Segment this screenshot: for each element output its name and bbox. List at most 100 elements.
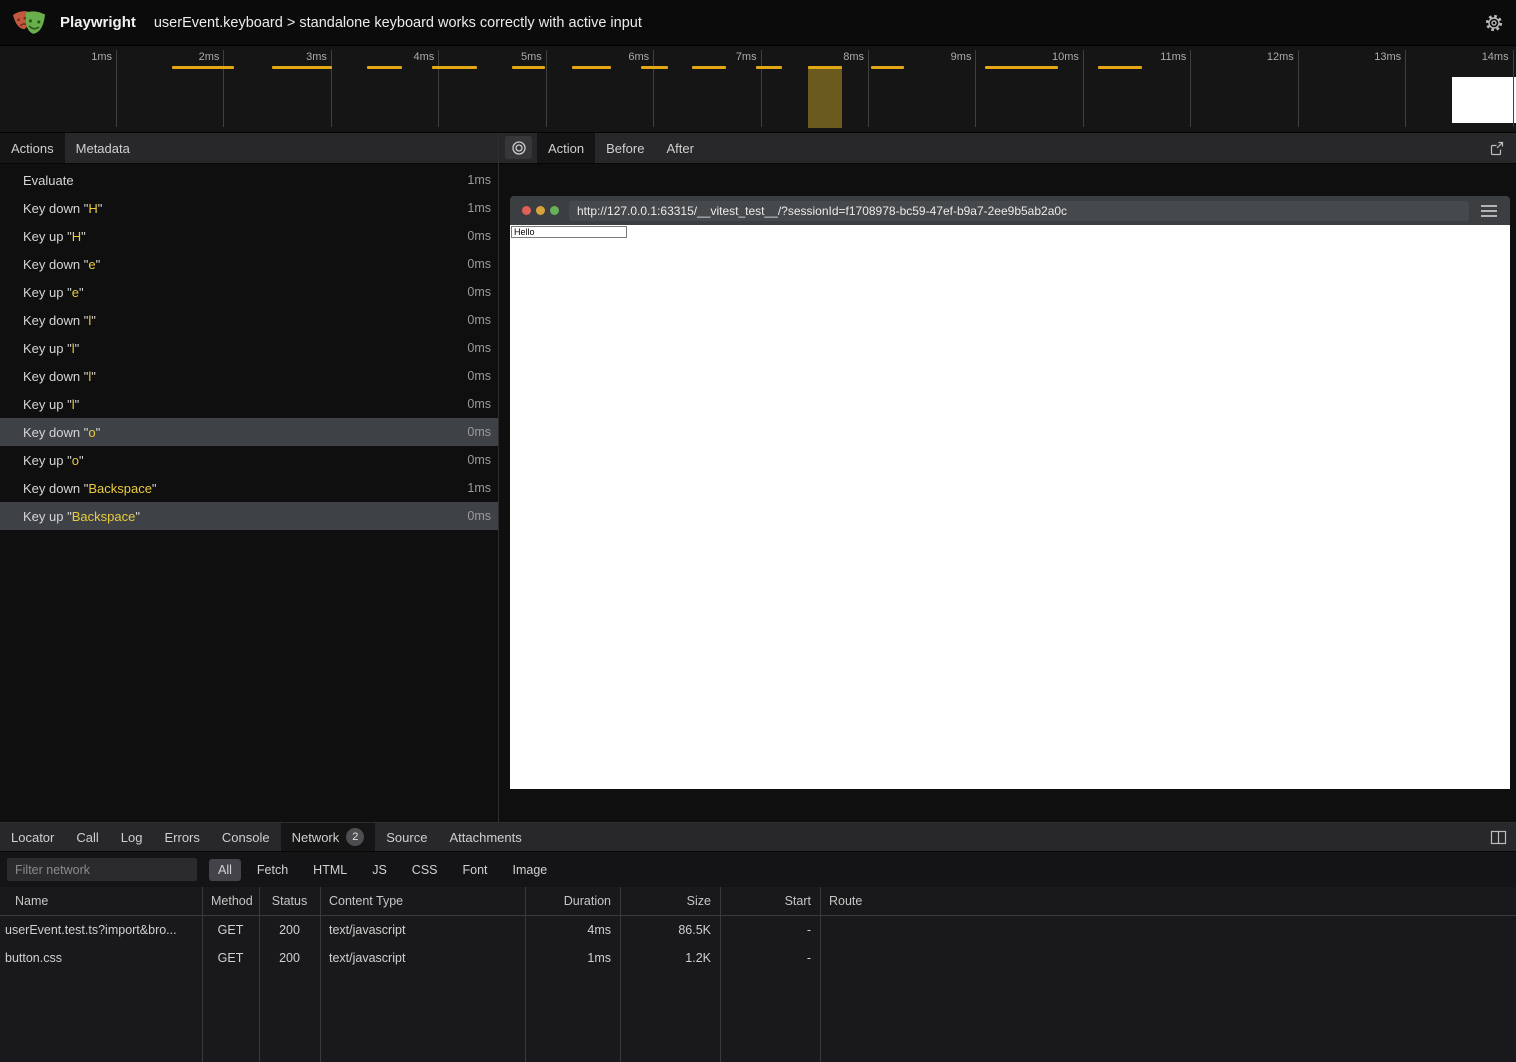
cell-size: 86.5K [620,923,720,937]
split-view-icon [1490,830,1507,845]
filter-chip-css[interactable]: CSS [403,859,447,881]
timeline[interactable]: 1ms2ms3ms4ms5ms6ms7ms8ms9ms10ms11ms12ms1… [0,46,1516,133]
timeline-action-bar[interactable] [1098,66,1142,69]
cell-start: - [720,923,820,937]
timeline-tick-label: 9ms [951,51,972,63]
timeline-tick-label: 14ms [1482,51,1509,63]
timeline-action-bar[interactable] [272,66,332,69]
snapshot-panel: Action Before After [499,133,1516,822]
action-row[interactable]: Key up "l"0ms [0,390,498,418]
network-request-row[interactable]: button.cssGET200text/javascript1ms1.2K- [0,944,1516,972]
bottom-tab-attachments[interactable]: Attachments [438,823,532,851]
action-row[interactable]: Key up "H"0ms [0,222,498,250]
minimize-dot-icon [536,206,545,215]
tab-before-label: Before [606,141,644,156]
bottom-tab-source[interactable]: Source [375,823,438,851]
pick-locator-button[interactable] [505,136,532,159]
action-row[interactable]: Key down "l"0ms [0,362,498,390]
snapshot-area: http://127.0.0.1:63315/__vitest_test__/?… [499,164,1516,822]
action-row[interactable]: Key down "l"0ms [0,306,498,334]
page-text-input[interactable] [511,226,627,238]
action-row[interactable]: Key up "e"0ms [0,278,498,306]
bottom-tab-label: Attachments [449,830,521,845]
timeline-gridline [1298,50,1299,127]
cell-duration: 4ms [525,923,620,937]
tab-after[interactable]: After [655,133,704,163]
filter-chip-js[interactable]: JS [363,859,396,881]
tab-after-label: After [666,141,693,156]
network-filter-bar: All Fetch HTML JS CSS Font Image [0,852,1516,887]
quote: " [75,397,80,412]
timeline-action-bar[interactable] [432,66,477,69]
tab-metadata[interactable]: Metadata [65,133,141,163]
action-name: Evaluate [23,173,74,188]
settings-button[interactable] [1482,11,1506,35]
action-row[interactable]: Evaluate 1ms [0,166,498,194]
bottom-tab-label: Errors [164,830,199,845]
filter-chip-all[interactable]: All [209,859,241,881]
filter-chip-fetch[interactable]: Fetch [248,859,297,881]
action-key: Backspace [88,481,152,496]
bottom-tab-call[interactable]: Call [65,823,109,851]
timeline-action-bar[interactable] [692,66,726,69]
network-request-row[interactable]: userEvent.test.ts?import&bro...GET200tex… [0,916,1516,944]
timeline-tick-label: 1ms [91,51,112,63]
timeline-action-bar[interactable] [985,66,1058,69]
quote: " [63,229,71,244]
film-strip-thumbnail[interactable] [1452,77,1516,123]
action-name: Key down [23,257,80,272]
timeline-action-bar[interactable] [641,66,668,69]
column-header-duration: Duration [525,894,620,908]
filter-chip-html[interactable]: HTML [304,859,356,881]
timeline-action-bar[interactable] [572,66,611,69]
timeline-action-bar[interactable] [808,66,842,69]
action-duration: 1ms [467,173,491,187]
action-duration: 0ms [467,341,491,355]
tab-actions[interactable]: Actions [0,133,65,163]
bottom-tab-console[interactable]: Console [211,823,281,851]
top-bar: Playwright userEvent.keyboard > standalo… [0,0,1516,46]
action-key: H [72,229,81,244]
bottom-tab-network[interactable]: Network2 [281,823,376,851]
toggle-layout-button[interactable] [1488,827,1508,847]
bottom-tab-locator[interactable]: Locator [0,823,65,851]
bottom-tab-label: Console [222,830,270,845]
action-row[interactable]: Key down "o"0ms [0,418,498,446]
action-row[interactable]: Key up "l"0ms [0,334,498,362]
bottom-tab-label: Locator [11,830,54,845]
timeline-gridline [1083,50,1084,127]
action-name: Key down [23,369,80,384]
action-key: o [72,453,79,468]
timeline-action-bar[interactable] [756,66,782,69]
action-row[interactable]: Key down "H"1ms [0,194,498,222]
action-row[interactable]: Key down "Backspace"1ms [0,474,498,502]
timeline-action-bar[interactable] [512,66,545,69]
bottom-tab-log[interactable]: Log [110,823,154,851]
traffic-lights [522,206,559,215]
trace-viewer: Playwright userEvent.keyboard > standalo… [0,0,1516,1062]
cell-method: GET [202,923,259,937]
quote: " [80,481,88,496]
quote: " [80,313,88,328]
timeline-action-bar[interactable] [871,66,904,69]
filter-chip-font[interactable]: Font [454,859,497,881]
filter-network-input[interactable] [7,858,197,881]
action-duration: 0ms [467,257,491,271]
timeline-tick-label: 8ms [843,51,864,63]
tab-before[interactable]: Before [595,133,655,163]
filter-chip-image[interactable]: Image [504,859,557,881]
quote: " [63,285,71,300]
action-row[interactable]: Key up "o"0ms [0,446,498,474]
quote: " [63,397,71,412]
open-snapshot-button[interactable] [1487,138,1507,158]
action-name: Key up [23,285,63,300]
action-name: Key down [23,313,80,328]
timeline-action-bar[interactable] [367,66,402,69]
action-row[interactable]: Key up "Backspace"0ms [0,502,498,530]
action-row[interactable]: Key down "e"0ms [0,250,498,278]
timeline-gridline [761,50,762,127]
bottom-tab-errors[interactable]: Errors [153,823,210,851]
timeline-action-bar[interactable] [172,66,234,69]
tab-action[interactable]: Action [537,133,595,163]
resource-type-filters: All Fetch HTML JS CSS Font Image [209,859,556,881]
